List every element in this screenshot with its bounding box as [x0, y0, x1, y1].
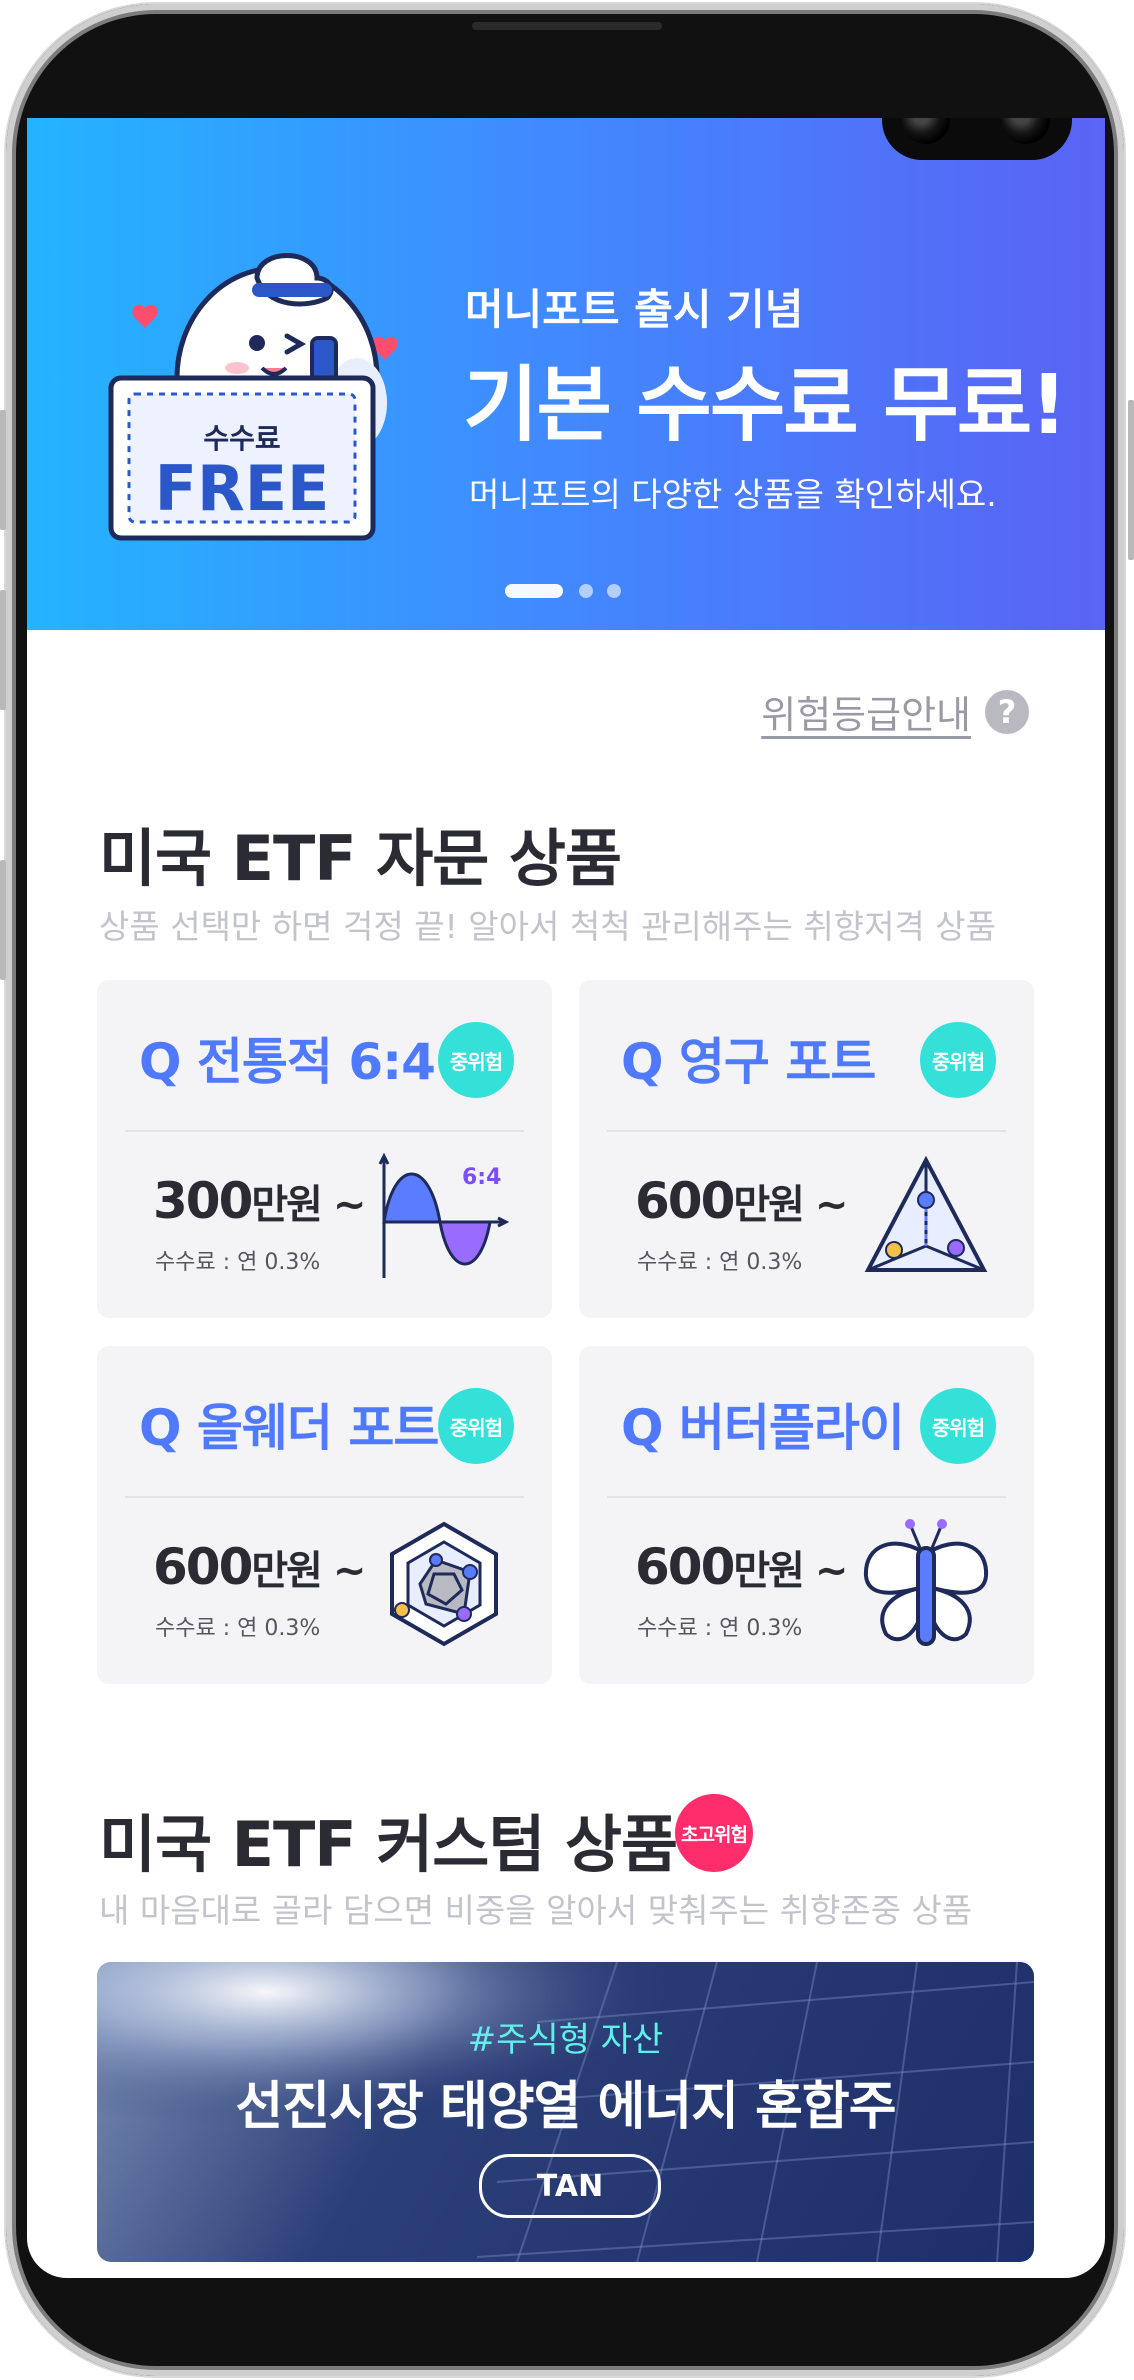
custom-section-subtitle: 내 마음대로 골라 담으면 비중을 알아서 맞춰주는 취향존중 상품 — [99, 1891, 973, 1930]
heart-icon — [132, 304, 158, 328]
banner-subtitle: 머니포트 출시 기념 — [465, 285, 804, 334]
custom-product-banner-tan[interactable]: #주식형 자산 선진시장 태양열 에너지 혼합주 TAN — [97, 1962, 1034, 2262]
product-min-amount: 600만원 ~ — [635, 1538, 848, 1596]
side-button-left-3 — [0, 860, 6, 980]
divider — [125, 1496, 524, 1498]
risk-badge-mid: 중위험 — [920, 1388, 996, 1464]
svg-text:FREE: FREE — [155, 452, 330, 525]
app-screen: 수수료 FREE 머니포트 출시 기념 기본 수수료 무료! 머니포트의 다양한… — [27, 118, 1105, 2278]
divider — [607, 1496, 1006, 1498]
risk-badge-mid: 중위험 — [438, 1388, 514, 1464]
carousel-dot[interactable] — [579, 584, 593, 598]
carousel-dot[interactable] — [607, 584, 621, 598]
help-icon[interactable]: ? — [985, 689, 1029, 734]
product-card-permanent-port[interactable]: Q 영구 포트 중위험 600만원 ~ 수수료 : 연 0.3% — [579, 980, 1034, 1318]
custom-section-title: 미국 ETF 커스텀 상품 — [99, 1808, 678, 1881]
side-button-right — [1128, 400, 1134, 560]
custom-product-title: 선진시장 태양열 에너지 혼합주 — [235, 2077, 896, 2137]
carousel-dot-active[interactable] — [505, 584, 563, 598]
advisory-section-title: 미국 ETF 자문 상품 — [99, 822, 622, 895]
butterfly-icon — [863, 1519, 989, 1646]
camera-lens — [1002, 118, 1050, 144]
svg-text:수수료: 수수료 — [203, 422, 280, 455]
risk-badge-mid: 중위험 — [438, 1022, 514, 1098]
product-name: Q 전통적 6:4 — [139, 1033, 436, 1091]
advisory-section-subtitle: 상품 선택만 하면 걱정 끝! 알아서 척척 관리해주는 취향저격 상품 — [99, 907, 996, 946]
side-button-left-1 — [0, 410, 6, 530]
risk-guide-link[interactable]: 위험등급안내 ? — [761, 684, 1029, 739]
risk-badge-mid: 중위험 — [920, 1022, 996, 1098]
asset-tag: #주식형 자산 — [467, 2020, 664, 2060]
risk-guide-label: 위험등급안내 — [761, 693, 971, 737]
product-min-amount: 600만원 ~ — [635, 1172, 848, 1230]
product-fee: 수수료 : 연 0.3% — [637, 1250, 803, 1275]
wave-64-icon: 6:4 — [378, 1152, 510, 1278]
product-card-all-weather[interactable]: Q 올웨더 포트 중위험 600만원 ~ 수수료 : 연 0.3% — [97, 1346, 552, 1684]
pyramid-icon — [864, 1155, 988, 1272]
product-fee: 수수료 : 연 0.3% — [155, 1250, 321, 1275]
svg-text:6:4: 6:4 — [462, 1165, 501, 1190]
product-card-traditional-64[interactable]: Q 전통적 6:4 중위험 300만원 ~ 수수료 : 연 0.3% 6:4 — [97, 980, 552, 1318]
product-name: Q 올웨더 포트 — [139, 1399, 439, 1457]
product-min-amount: 600만원 ~ — [153, 1538, 366, 1596]
front-camera-cutout — [882, 118, 1072, 160]
side-button-left-2 — [0, 590, 6, 710]
promo-banner[interactable]: 수수료 FREE 머니포트 출시 기념 기본 수수료 무료! 머니포트의 다양한… — [27, 118, 1105, 630]
divider — [125, 1130, 524, 1132]
camera-lens — [902, 118, 950, 144]
product-card-butterfly[interactable]: Q 버터플라이 중위험 600만원 ~ 수수료 : 연 0.3% — [579, 1346, 1034, 1684]
divider — [607, 1130, 1006, 1132]
product-name: Q 영구 포트 — [621, 1033, 876, 1091]
earpiece-speaker — [472, 22, 662, 30]
product-name: Q 버터플라이 — [621, 1399, 905, 1457]
mascot-free-ticket-illustration: 수수료 FREE — [108, 253, 398, 541]
product-fee: 수수료 : 연 0.3% — [637, 1616, 803, 1641]
product-min-amount: 300만원 ~ — [153, 1172, 366, 1230]
banner-title: 기본 수수료 무료! — [463, 358, 1068, 453]
ticker-button[interactable]: TAN — [479, 2154, 661, 2218]
product-fee: 수수료 : 연 0.3% — [155, 1616, 321, 1641]
hexagon-radar-icon — [390, 1521, 498, 1647]
risk-badge-very-high: 초고위험 — [675, 1794, 753, 1872]
banner-description: 머니포트의 다양한 상품을 확인하세요. — [469, 475, 997, 514]
